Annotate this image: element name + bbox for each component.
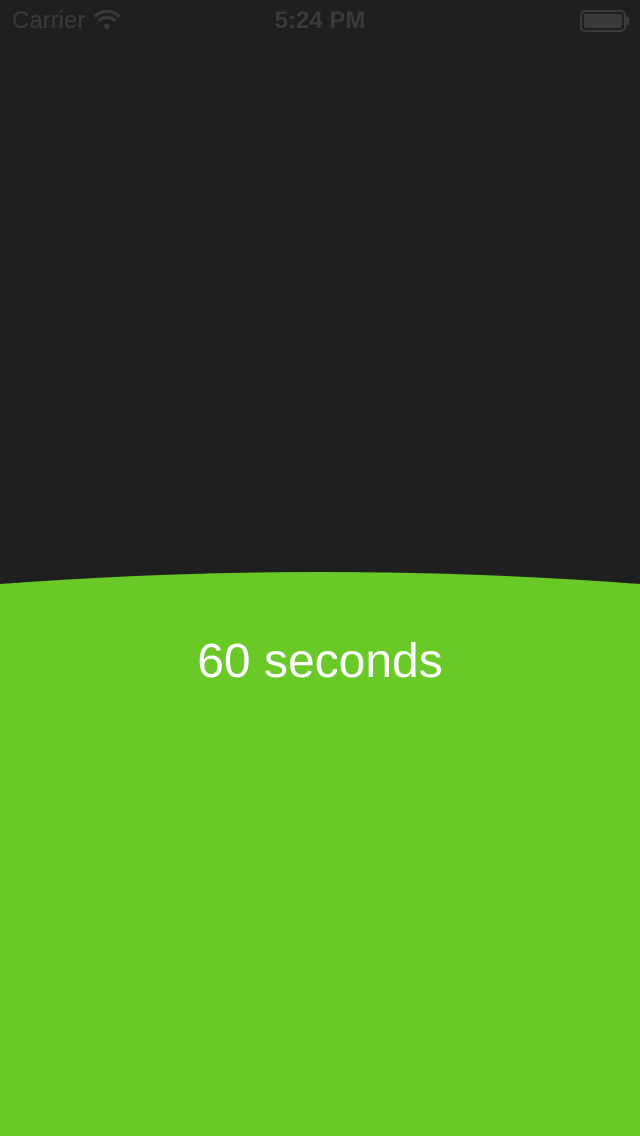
timer-label: 60 seconds: [197, 635, 443, 688]
progress-fill: [0, 572, 640, 1136]
timer-screen: Carrier 5:24 PM 60 seconds: [0, 0, 640, 1136]
battery-icon: [580, 10, 629, 32]
status-time: 5:24 PM: [274, 7, 366, 34]
status-bar: Carrier 5:24 PM: [0, 0, 640, 40]
